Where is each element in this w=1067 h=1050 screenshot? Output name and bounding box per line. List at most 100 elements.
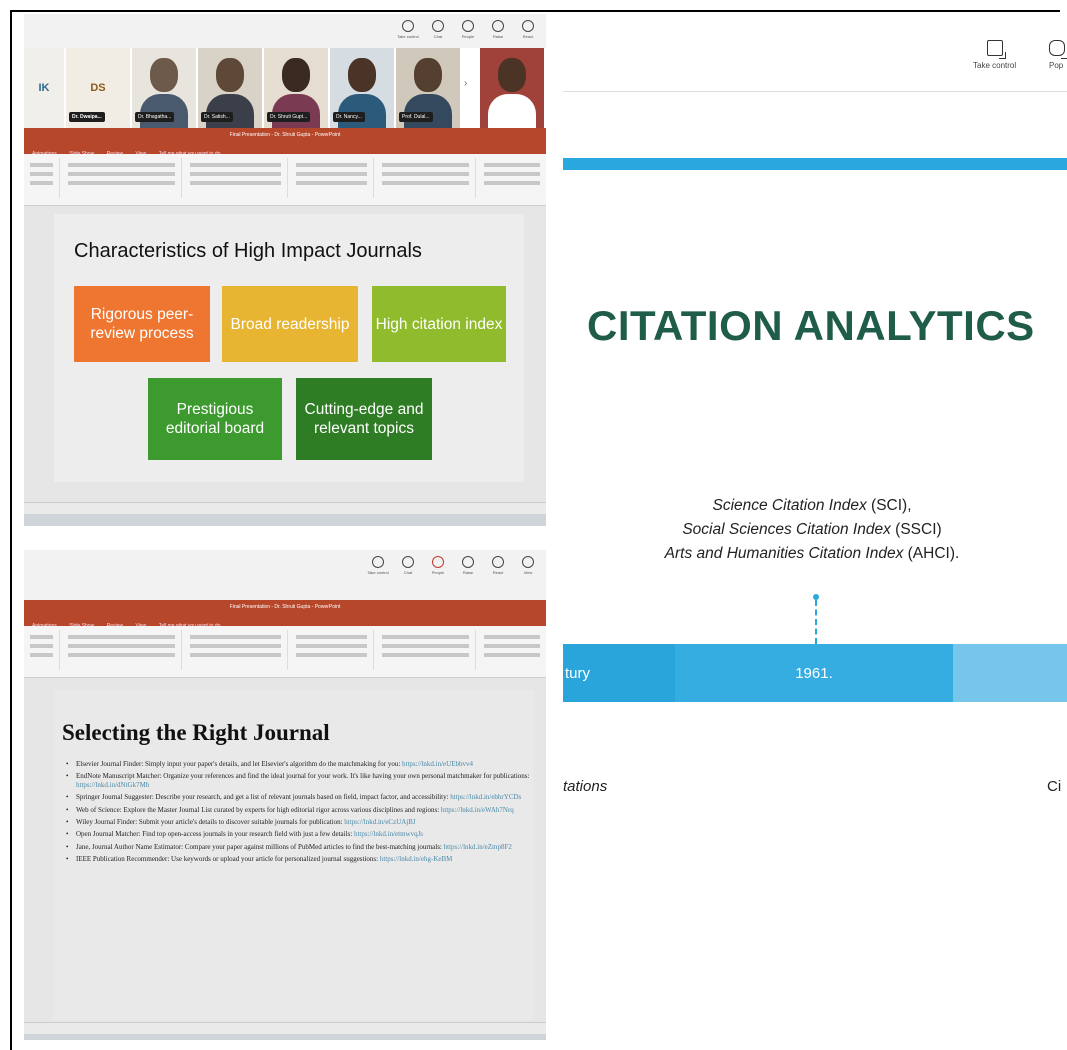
list-item: Springer Journal Suggester: Describe you… — [66, 793, 534, 802]
slide-title: Characteristics of High Impact Journals — [74, 240, 422, 262]
powerpoint-menu: Animations Slide Show Review View Tell m… — [24, 614, 546, 629]
people-button[interactable]: People — [456, 14, 480, 48]
characteristic-box: High citation index — [372, 286, 506, 362]
take-control-button[interactable]: Take control — [396, 14, 420, 48]
characteristic-box: Broad readership — [222, 286, 358, 362]
meeting-toolbar: Take control Chat People Raise React — [396, 14, 540, 48]
participant-strip: IK DS Dr. Dwaipa... Dr. Bhagatha... Dr. S… — [24, 48, 546, 128]
participant-tile[interactable]: Prof. Dulal... — [396, 48, 460, 128]
avatar — [216, 58, 244, 92]
chat-icon — [432, 20, 444, 32]
take-control-icon — [986, 40, 1006, 59]
meeting-toolbar: Take control Chat People Raise React Vie… — [366, 550, 540, 584]
ribbon-group-shapes[interactable] — [290, 158, 374, 198]
powerpoint-ribbon — [24, 154, 546, 206]
react-button[interactable]: React — [516, 14, 540, 48]
timeline-segment: 1961. — [675, 644, 953, 702]
react-icon — [522, 20, 534, 32]
ribbon-group-shapes[interactable] — [290, 630, 374, 670]
participant-tile[interactable]: DS Dr. Dwaipa... — [66, 48, 130, 128]
ribbon-group-paragraph[interactable] — [184, 630, 288, 670]
accent-bar — [563, 158, 1067, 170]
participant-tile[interactable]: Dr. Satish... — [198, 48, 262, 128]
citation-index-list: Science Citation Index (SCI), Social Sci… — [563, 494, 1067, 566]
pop-out-icon — [1049, 40, 1067, 59]
raise-hand-button[interactable]: Raise — [486, 14, 510, 48]
status-bar — [24, 502, 546, 514]
taskbar — [24, 514, 546, 526]
ribbon-group[interactable] — [24, 630, 60, 670]
powerpoint-title-bar: Final Presentation - Dr. Shruti Gupta - … — [24, 600, 546, 614]
pop-out-button[interactable]: Pop — [1049, 40, 1067, 70]
link[interactable]: https://lnkd.in/eZmp8F2 — [444, 843, 512, 851]
view-icon — [522, 556, 534, 568]
take-control-icon — [372, 556, 384, 568]
people-icon — [432, 556, 444, 568]
people-icon — [462, 20, 474, 32]
avatar — [282, 58, 310, 92]
ribbon-group-font[interactable] — [62, 158, 182, 198]
journal-tool-list: Elsevier Journal Finder: Simply input yo… — [66, 760, 534, 868]
ribbon-group-editing[interactable] — [478, 158, 546, 198]
participant-tile[interactable]: Dr. Bhagatha... — [132, 48, 196, 128]
timeline-connector — [815, 600, 817, 644]
list-item: Social Sciences Citation Index (SSCI) — [682, 521, 942, 538]
take-control-button[interactable]: Take control — [366, 550, 390, 584]
powerpoint-title-bar: Final Presentation - Dr. Shruti Gupta - … — [24, 128, 546, 142]
timeline-caption: tations — [563, 778, 608, 795]
raise-hand-button[interactable]: Raise — [456, 550, 480, 584]
list-item: IEEE Publication Recommender: Use keywor… — [66, 855, 534, 864]
timeline-caption: Ci — [1047, 778, 1062, 795]
characteristic-box: Cutting-edge and relevant topics — [296, 378, 432, 460]
ribbon-group-editing[interactable] — [478, 630, 546, 670]
avatar — [150, 58, 178, 92]
shared-presentation-view: Take control Pop CITATION ANALYTICS Scie… — [563, 14, 1067, 1050]
meeting-screenshot-2: Take control Chat People Raise React Vie… — [24, 550, 546, 1040]
view-button[interactable]: View — [516, 550, 540, 584]
avatar — [414, 58, 442, 92]
raise-hand-icon — [492, 20, 504, 32]
participant-tile[interactable]: Dr. Shruti Gupt... — [264, 48, 328, 128]
list-item: Open Journal Matcher: Find top open-acce… — [66, 830, 534, 839]
list-item: EndNote Manuscript Matcher: Organize you… — [66, 772, 534, 789]
ribbon-group-drawing[interactable] — [376, 630, 476, 670]
raise-hand-icon — [462, 556, 474, 568]
avatar — [348, 58, 376, 92]
status-bar — [24, 1022, 546, 1034]
take-control-icon — [402, 20, 414, 32]
participant-tile[interactable]: Dr. Nancy... — [330, 48, 394, 128]
list-item: Elsevier Journal Finder: Simply input yo… — [66, 760, 534, 769]
take-control-button[interactable]: Take control — [973, 40, 1016, 70]
link[interactable]: https://lnkd.in/eWAh7Nrq — [441, 806, 514, 814]
list-item: Science Citation Index (SCI), — [712, 497, 912, 514]
taskbar — [24, 1034, 546, 1040]
link[interactable]: https://lnkd.in/dNtGk7Mh — [76, 781, 149, 789]
participant-tile[interactable] — [480, 48, 544, 128]
powerpoint-menu: Animations Slide Show Review View Tell m… — [24, 142, 546, 157]
link[interactable]: https://lnkd.in/etmwvqJs — [354, 830, 423, 838]
link[interactable]: https://lnkd.in/ehg-KeBM — [380, 855, 453, 863]
characteristic-box: Prestigious editorial board — [148, 378, 282, 460]
ribbon-group-font[interactable] — [62, 630, 182, 670]
avatar — [498, 58, 526, 92]
link[interactable]: https://lnkd.in/eUEbbvv4 — [402, 760, 473, 768]
slide-title: Selecting the Right Journal — [62, 720, 330, 745]
chat-button[interactable]: Chat — [426, 14, 450, 48]
list-item: Jane, Journal Author Name Estimator: Com… — [66, 843, 534, 852]
react-icon — [492, 556, 504, 568]
powerpoint-ribbon — [24, 626, 546, 678]
ribbon-group-paragraph[interactable] — [184, 158, 288, 198]
screen-composite: Take control Chat People Raise React IK … — [0, 0, 1067, 1050]
chevron-right-icon[interactable]: › — [464, 78, 467, 89]
ribbon-group-drawing[interactable] — [376, 158, 476, 198]
link[interactable]: https://lnkd.in/eCzUAjBJ — [344, 818, 415, 826]
react-button[interactable]: React — [486, 550, 510, 584]
participant-tile[interactable]: IK — [24, 48, 64, 128]
people-button[interactable]: People — [426, 550, 450, 584]
list-item: Wiley Journal Finder: Submit your articl… — [66, 818, 534, 827]
meeting-screenshot-1: Take control Chat People Raise React IK … — [24, 14, 546, 526]
frame-border-top — [10, 10, 1060, 12]
link[interactable]: https://lnkd.in/ebhrYCDs — [450, 793, 521, 801]
ribbon-group[interactable] — [24, 158, 60, 198]
chat-button[interactable]: Chat — [396, 550, 420, 584]
